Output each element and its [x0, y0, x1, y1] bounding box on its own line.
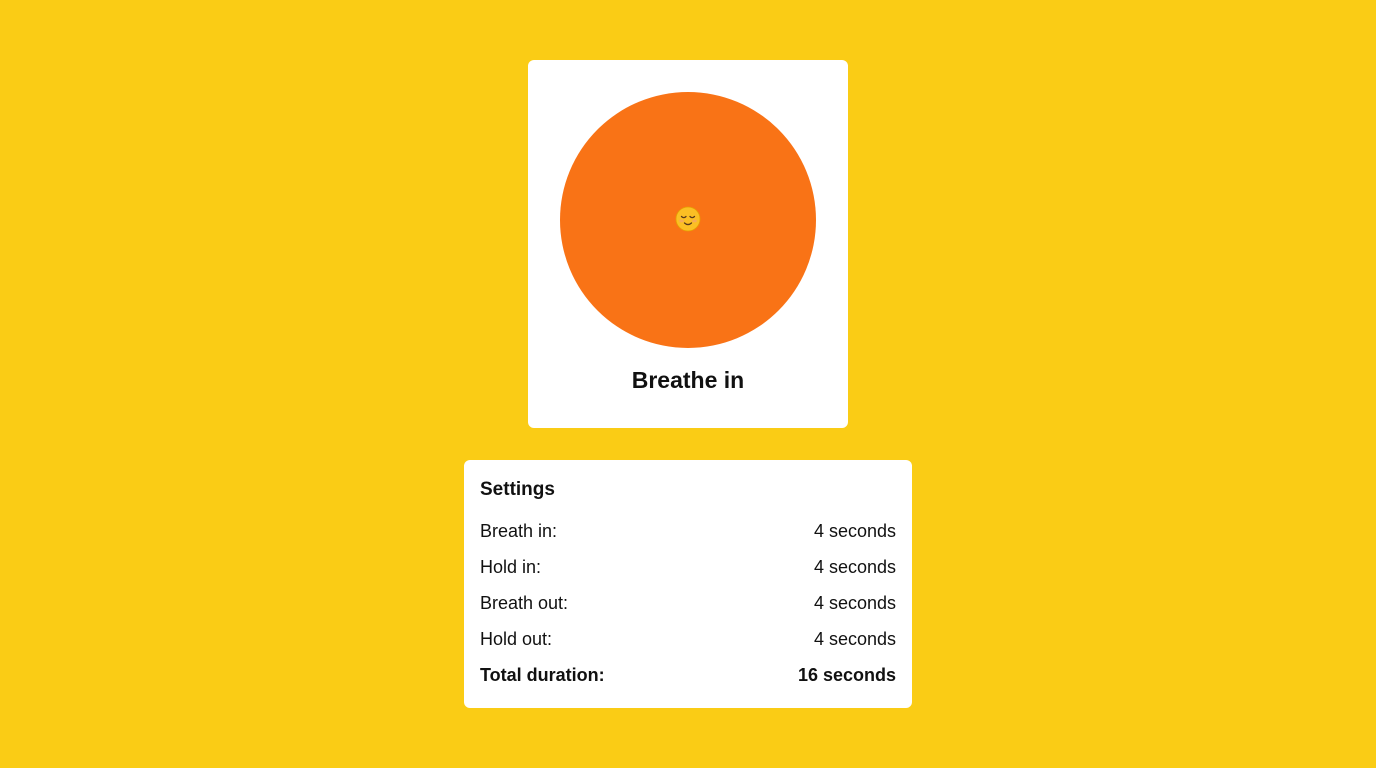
total-duration-label: Total duration: — [480, 664, 605, 685]
setting-row-total-duration: Total duration: 16 seconds — [480, 657, 896, 693]
setting-label: Hold out: — [480, 628, 553, 649]
breath-card: Breathe in — [528, 60, 848, 428]
setting-label: Hold in: — [480, 556, 542, 577]
settings-panel: Settings Breath in: 4 seconds Hold in: 4… — [464, 460, 912, 708]
setting-value: 4 seconds — [813, 556, 896, 577]
setting-row-hold-out: Hold out: 4 seconds — [480, 621, 896, 657]
setting-value: 4 seconds — [813, 592, 896, 613]
setting-label: Breath in: — [480, 520, 558, 541]
setting-row-breath-in: Breath in: 4 seconds — [480, 513, 896, 549]
setting-label: Breath out: — [480, 592, 569, 613]
phase-label: Breathe in — [631, 367, 745, 393]
setting-value: 4 seconds — [813, 628, 896, 649]
relieved-face-icon — [675, 206, 701, 232]
breath-circle — [560, 92, 816, 348]
setting-row-breath-out: Breath out: 4 seconds — [480, 585, 896, 621]
settings-title: Settings — [480, 479, 555, 500]
total-duration-value: 16 seconds — [797, 664, 896, 685]
setting-value: 4 seconds — [813, 520, 896, 541]
setting-row-hold-in: Hold in: 4 seconds — [480, 549, 896, 585]
